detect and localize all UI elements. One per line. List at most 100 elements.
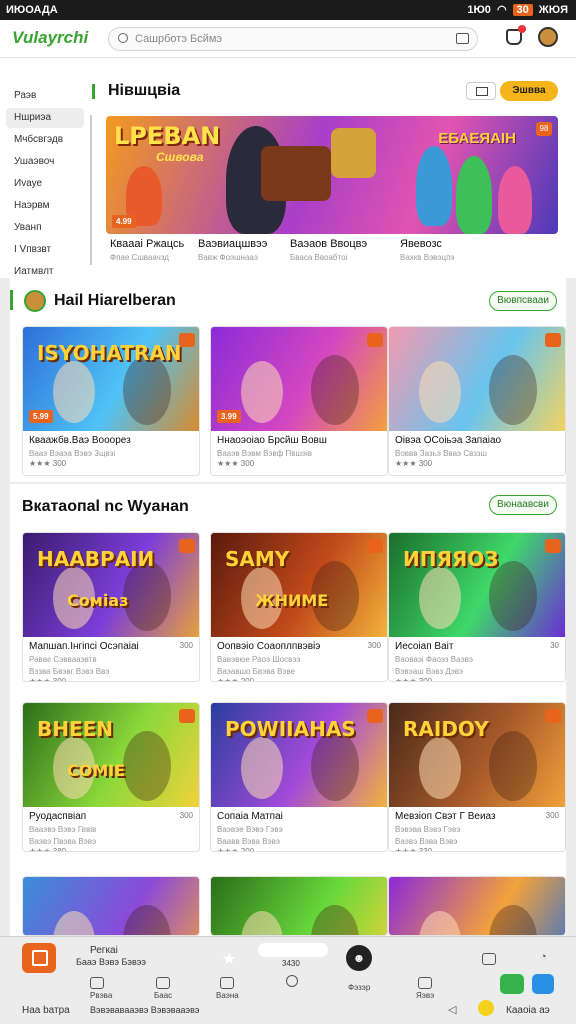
window-icon[interactable] — [482, 953, 496, 965]
card-character — [241, 361, 283, 423]
banner-badge: 98 — [536, 122, 552, 136]
sidebar-item[interactable]: Иvауе — [6, 174, 84, 194]
game-card[interactable]: RAIDOY Мевзіоп Свэт Г Веиаз 300 Вэвэва Вэвэ… — [388, 702, 566, 852]
card-character — [241, 737, 283, 799]
sidebar-item[interactable]: Наэрвм — [6, 196, 84, 216]
hero-caption-title: Явевозс — [400, 238, 442, 250]
section-two-more-button[interactable]: Вюнаавсви — [489, 495, 557, 515]
nav-icon[interactable] — [418, 977, 432, 989]
center-value: 3430 — [282, 959, 300, 968]
card-badge-icon — [179, 539, 195, 553]
card-game-subtitle-art: СОМІЕ — [67, 761, 126, 780]
promo-title: Регкаі — [90, 945, 118, 956]
hero-caption[interactable]: Ваэвиацшвээ Вавж Фоэшнааэ — [198, 238, 303, 262]
game-card-rating: ★★★ 300 — [395, 459, 433, 468]
game-card-subtitle: Вэвэва Вэвэ Гэвэ — [395, 825, 461, 834]
section-one-title: Наіl Ніаrеlbеrаn — [54, 292, 176, 309]
nav-icon[interactable] — [220, 977, 234, 989]
game-card-image[interactable]: НААВРАІИ Соміаз — [23, 533, 199, 637]
app-logo[interactable]: Vulayrchi — [12, 28, 88, 48]
card-badge-icon — [545, 709, 561, 723]
card-character — [311, 905, 359, 935]
game-card-image[interactable]: SAMY ЖНИМЕ — [211, 533, 387, 637]
section-avatar — [24, 290, 46, 312]
game-card-image[interactable]: 3.99 — [211, 327, 387, 431]
nav-icon[interactable] — [90, 977, 104, 989]
game-card-title: Ннаоэоіао Брсйш Вовш — [217, 435, 327, 446]
hero-caption[interactable]: Явевозс Вахкв Вэвэцпэ — [400, 238, 505, 262]
game-card-image[interactable]: RAIDOY — [389, 703, 565, 807]
notification-bell-icon[interactable] — [506, 25, 526, 45]
game-card-image[interactable]: POWIIAHAS — [211, 703, 387, 807]
game-card[interactable]: POWIIAHAS Сопаіа Матпаі Ваэвэе Вэвэ Гэвэ Ва… — [210, 702, 388, 852]
chat-icon[interactable] — [500, 974, 524, 994]
game-card[interactable]: 3.99 Ннаоэоіао Брсйш Вовш Вааэв Вэвм Вэвф … — [210, 326, 388, 476]
hero-captions: Кваааі Ржацсь Фпае Сшваачзд Ваэвиацшвээ … — [106, 234, 558, 274]
game-card[interactable]: НААВРАІИ Соміаз Мапшап.Інгіпсі Осэпаіаі 300… — [22, 532, 200, 682]
game-card[interactable] — [210, 876, 388, 936]
sidebar-item[interactable]: I Vпвзвт — [6, 240, 84, 260]
sidebar-item[interactable]: Раэв — [6, 86, 84, 106]
search-icon — [118, 33, 128, 43]
hero-action-button[interactable]: Эшвва — [500, 81, 558, 101]
search-input[interactable]: Сашрботэ Бсймэ — [108, 27, 478, 51]
game-card-rating: ★★★ 300 — [217, 459, 255, 468]
banner-character — [498, 166, 532, 234]
game-card[interactable]: Оівэа ОСоіьэа Запаіао Воввв Зазьэ Вваэ Св… — [388, 326, 566, 476]
card-character — [489, 561, 537, 631]
game-card-image[interactable]: BHEEN СОМІЕ — [23, 703, 199, 807]
featured-banner[interactable]: LPEBAN Сшвова ЕБАЕЯАІН 98 4.99 — [106, 116, 558, 234]
nav-label: Баас — [154, 991, 173, 1000]
game-card-value: 300 — [179, 641, 193, 650]
card-character — [123, 561, 171, 631]
home-icon[interactable] — [22, 943, 56, 973]
game-card-rating: ★★★ 380 — [29, 847, 67, 852]
card-character — [53, 361, 95, 423]
refresh-icon[interactable]: ◔ — [540, 951, 547, 963]
game-card-subtitle: Раває Сэввааэвтв — [29, 655, 97, 664]
card-character — [419, 737, 461, 799]
game-controller-icon[interactable]: ☻ — [346, 945, 372, 971]
sidebar-item[interactable]: Уванп — [6, 218, 84, 238]
game-card-image[interactable] — [389, 877, 565, 935]
search-icon[interactable] — [286, 975, 298, 987]
card-game-title-art: BHEEN — [37, 717, 114, 741]
game-card-image[interactable]: ISYOHATRAN 5.99 — [23, 327, 199, 431]
game-card[interactable] — [388, 876, 566, 936]
section-one-more-button[interactable]: Вювпсвааи — [489, 291, 557, 311]
card-badge-icon — [367, 333, 383, 347]
star-icon[interactable]: ★ — [222, 949, 236, 969]
sound-icon[interactable]: ◁ — [448, 1003, 456, 1016]
game-card-image[interactable] — [211, 877, 387, 935]
battery-icon: 30 — [512, 3, 533, 16]
game-card[interactable] — [22, 876, 200, 936]
view-toggle-icon[interactable] — [466, 82, 496, 100]
game-card-image[interactable]: ИПЯЯОЗ — [389, 533, 565, 637]
game-card-subtitle-2: Ваэавшо Бвэва Вэве — [217, 667, 296, 676]
nav-label: Фэзэр — [348, 983, 371, 992]
game-card-rating: ★★★ 330 — [395, 847, 433, 852]
message-icon[interactable] — [532, 974, 554, 994]
avatar[interactable] — [538, 27, 558, 47]
banner-device — [261, 146, 331, 201]
game-card-image[interactable] — [23, 877, 199, 935]
smiley-icon[interactable] — [478, 1000, 494, 1016]
clock-label: 1Ю0 — [467, 3, 491, 16]
game-card-subtitle: Вааэвэ Вэвэ Гввів — [29, 825, 97, 834]
nav-icon[interactable] — [156, 977, 170, 989]
sidebar-item[interactable]: Ушаэвоч — [6, 152, 84, 172]
game-card[interactable]: ISYOHATRAN 5.99 Кваажбв.Ваэ Вооорез Вааэ Вэ… — [22, 326, 200, 476]
game-card-title: Оопвэіо Соаоплпвэвіэ — [217, 641, 321, 652]
card-game-title-art: SAMY — [225, 547, 290, 571]
camera-icon[interactable] — [456, 33, 469, 44]
sidebar-item[interactable]: Иатмвлт — [6, 262, 84, 276]
sidebar-item[interactable]: Мчбсвгэдв — [6, 130, 84, 150]
game-card[interactable]: BHEEN СОМІЕ Руодаспвіап 300 Вааэвэ Вэвэ Гвві… — [22, 702, 200, 852]
sidebar-item-active[interactable]: Ншриэа — [6, 108, 84, 128]
game-card[interactable]: ИПЯЯОЗ Иесоіап Ваіт 30 Ваоваэі Фаоэз Ваэвэ В… — [388, 532, 566, 682]
game-card-image[interactable] — [389, 327, 565, 431]
card-badge-icon — [545, 539, 561, 553]
hero-caption[interactable]: Ваэаов Ввоцвэ Бваса Ввоабтоі — [290, 238, 395, 262]
game-card[interactable]: SAMY ЖНИМЕ Оопвэіо Соаоплпвэвіэ 300 Вавэвюе … — [210, 532, 388, 682]
section-two-title: Вкатаопаl nс Wуaнаn — [22, 498, 189, 515]
